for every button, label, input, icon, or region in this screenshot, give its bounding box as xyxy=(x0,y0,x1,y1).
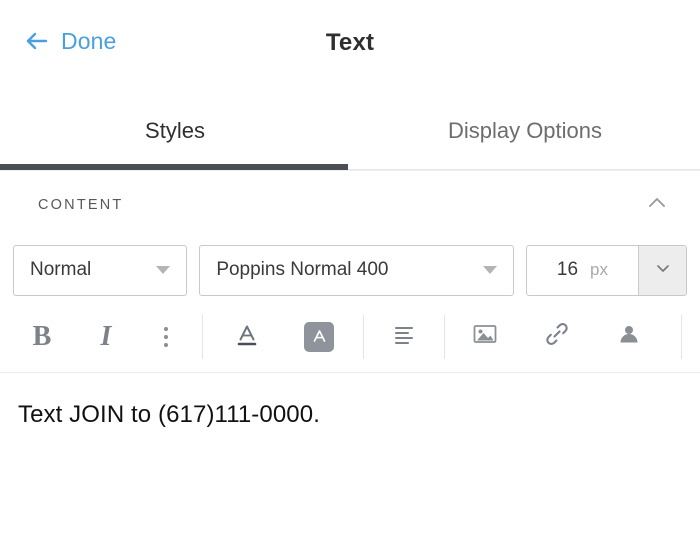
chevron-up-icon xyxy=(646,192,668,219)
caret-down-icon xyxy=(483,266,497,274)
toolbar-divider xyxy=(681,315,682,359)
italic-button[interactable]: I xyxy=(82,313,130,361)
font-family-value: Poppins Normal 400 xyxy=(216,259,475,281)
active-tab-indicator xyxy=(0,164,348,170)
bold-button[interactable]: B xyxy=(18,313,66,361)
font-size-stepper[interactable] xyxy=(638,246,686,295)
highlight-color-button[interactable] xyxy=(295,313,343,361)
highlight-icon xyxy=(304,322,334,352)
image-icon xyxy=(470,319,500,354)
styles-panel: CONTENT Normal Poppins Normal 400 xyxy=(0,170,700,550)
align-left-icon xyxy=(390,320,418,353)
font-size-unit: px xyxy=(590,260,608,280)
toolbar-divider xyxy=(444,315,445,359)
tab-styles-label: Styles xyxy=(145,118,205,144)
font-size-value: 16 xyxy=(557,259,578,281)
tab-baseline xyxy=(348,169,700,170)
content-section-title: CONTENT xyxy=(38,197,642,213)
font-family-select[interactable]: Poppins Normal 400 xyxy=(199,245,514,296)
insert-image-button[interactable] xyxy=(461,313,509,361)
font-size-input[interactable]: 16 px xyxy=(527,246,638,295)
link-icon xyxy=(542,319,572,354)
font-controls-row: Normal Poppins Normal 400 16 px xyxy=(0,239,700,301)
formatting-toolbar: B I xyxy=(0,301,700,373)
text-color-button[interactable] xyxy=(223,313,271,361)
tab-display-options-label: Display Options xyxy=(448,118,602,144)
panel-header: Done Text xyxy=(0,0,700,92)
person-icon xyxy=(615,320,643,353)
toolbar-divider xyxy=(202,315,203,359)
collapse-section-button[interactable] xyxy=(642,190,672,220)
page-title: Text xyxy=(0,29,700,57)
editor-content: Text JOIN to (617)111-0000. xyxy=(18,399,682,431)
caret-down-icon xyxy=(156,266,170,274)
align-button[interactable] xyxy=(380,313,428,361)
tab-bar: Styles Display Options xyxy=(0,92,700,170)
tab-display-options[interactable]: Display Options xyxy=(350,92,700,170)
insert-link-button[interactable] xyxy=(533,313,581,361)
tab-styles[interactable]: Styles xyxy=(0,92,350,170)
text-style-value: Normal xyxy=(30,259,148,281)
text-editor-area[interactable]: Text JOIN to (617)111-0000. xyxy=(0,373,700,550)
more-vertical-icon xyxy=(164,327,168,347)
more-options-button[interactable] xyxy=(142,313,190,361)
text-color-icon xyxy=(232,319,262,354)
insert-personalization-button[interactable] xyxy=(605,313,653,361)
text-settings-panel: Done Text Styles Display Options CONTENT xyxy=(0,0,700,550)
font-size-control: 16 px xyxy=(526,245,687,296)
content-section-header[interactable]: CONTENT xyxy=(0,171,700,239)
chevron-down-icon xyxy=(654,259,672,282)
text-style-select[interactable]: Normal xyxy=(13,245,187,296)
toolbar-divider xyxy=(363,315,364,359)
